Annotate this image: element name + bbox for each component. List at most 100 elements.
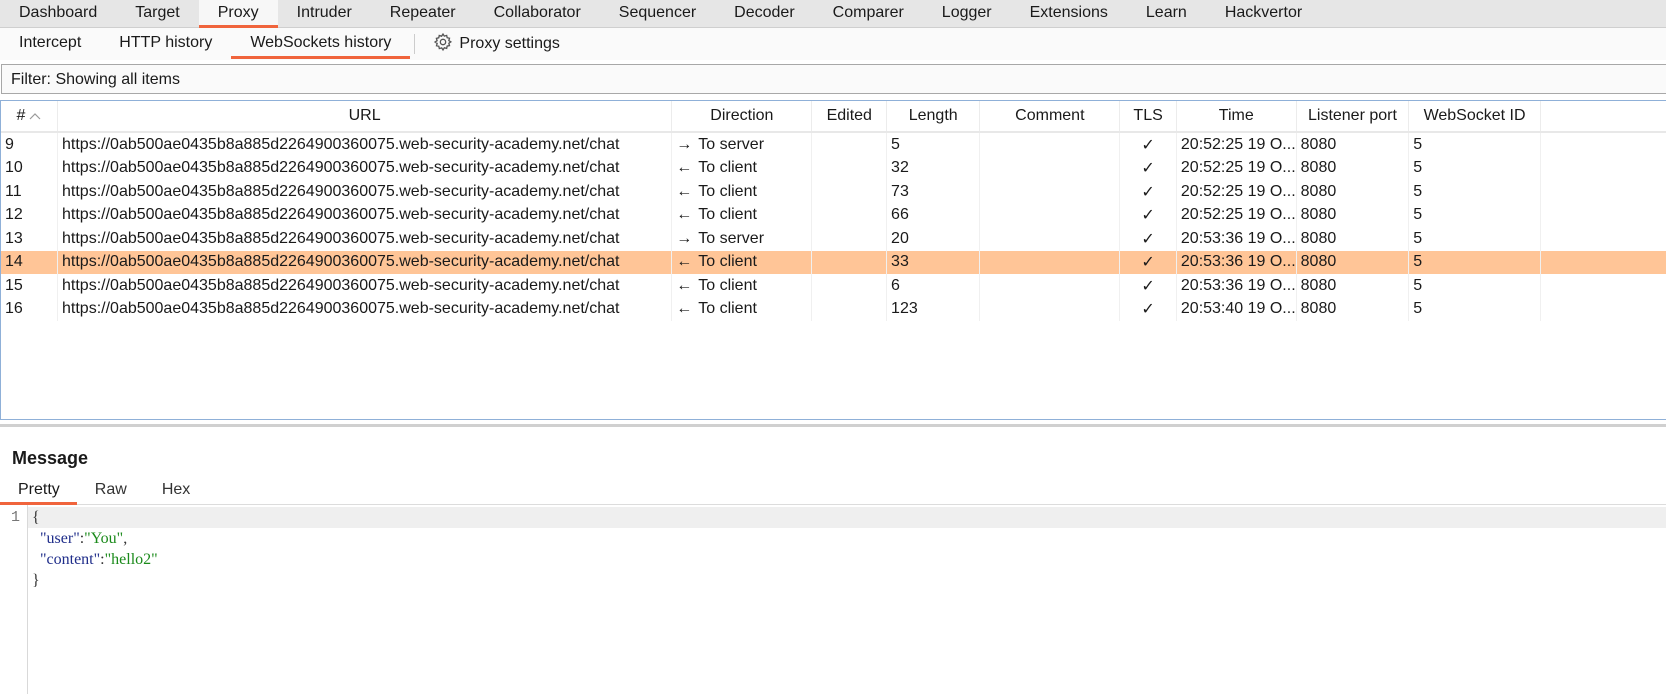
- cell-tls: ✓: [1119, 274, 1177, 298]
- proxy-settings-button[interactable]: Proxy settings: [425, 28, 567, 60]
- arrow-left-icon: ←: [676, 276, 693, 294]
- cell-comment: [979, 274, 1121, 298]
- json-value: "hello2": [104, 551, 158, 568]
- cell-ws-id: 5: [1408, 156, 1541, 180]
- table-row[interactable]: 15 https://0ab500ae0435b8a885d22649003600…: [1, 274, 1666, 298]
- direction-label: To client: [698, 300, 757, 318]
- message-tab-pretty[interactable]: Pretty: [0, 476, 77, 505]
- column-header-[interactable]: #: [1, 101, 59, 133]
- column-header-tls[interactable]: TLS: [1119, 101, 1177, 133]
- subtab-http-history[interactable]: HTTP history: [100, 28, 231, 60]
- cell-port: 8080: [1296, 156, 1410, 180]
- tab-extensions[interactable]: Extensions: [1011, 0, 1127, 27]
- cell-direction: → To server: [671, 227, 813, 251]
- column-header-websocket-id[interactable]: WebSocket ID: [1408, 101, 1541, 133]
- column-label: WebSocket ID: [1423, 107, 1526, 124]
- cell-num: 13: [1, 227, 59, 251]
- cell-ws-id: 5: [1408, 297, 1541, 321]
- direction-label: To client: [698, 206, 757, 224]
- cell-filler: [1540, 132, 1666, 157]
- cell-url: https://0ab500ae0435b8a885d2264900360075…: [57, 156, 673, 180]
- cell-url: https://0ab500ae0435b8a885d2264900360075…: [57, 203, 673, 227]
- column-label: Time: [1218, 107, 1254, 124]
- tab-logger[interactable]: Logger: [923, 0, 1011, 27]
- arrow-left-icon: ←: [676, 182, 693, 200]
- tab-dashboard[interactable]: Dashboard: [0, 0, 116, 27]
- tab-comparer[interactable]: Comparer: [814, 0, 923, 27]
- tab-repeater[interactable]: Repeater: [371, 0, 475, 27]
- message-tab-raw[interactable]: Raw: [77, 476, 144, 504]
- history-table: # URL Direction Edited Length Comment TLS Time L…: [1, 101, 1666, 321]
- message-tab-hex[interactable]: Hex: [144, 476, 207, 504]
- cell-filler: [1540, 180, 1666, 204]
- cell-tls: ✓: [1119, 180, 1177, 204]
- cell-length: 73: [886, 180, 981, 204]
- cell-direction: → To server: [671, 132, 813, 157]
- table-row[interactable]: 9 https://0ab500ae0435b8a885d226490036007…: [1, 132, 1666, 157]
- table-row[interactable]: 14 https://0ab500ae0435b8a885d22649003600…: [1, 250, 1666, 274]
- tab-learn[interactable]: Learn: [1127, 0, 1206, 27]
- cell-url: https://0ab500ae0435b8a885d2264900360075…: [57, 227, 673, 251]
- check-icon: ✓: [1141, 207, 1155, 225]
- cell-length: 6: [886, 274, 981, 298]
- subtab-websockets-history[interactable]: WebSockets history: [231, 28, 411, 60]
- cell-length: 33: [886, 250, 981, 274]
- cell-ws-id: 5: [1408, 274, 1541, 298]
- column-label: Edited: [826, 107, 872, 124]
- column-header-comment[interactable]: Comment: [979, 101, 1121, 133]
- pane-splitter[interactable]: [0, 424, 1666, 427]
- cell-num: 9: [1, 132, 59, 157]
- column-header-url[interactable]: URL: [57, 101, 673, 133]
- tab-intruder[interactable]: Intruder: [278, 0, 371, 27]
- table-row[interactable]: 10 https://0ab500ae0435b8a885d22649003600…: [1, 156, 1666, 180]
- cell-tls: ✓: [1119, 156, 1177, 180]
- column-header-direction[interactable]: Direction: [671, 101, 813, 133]
- column-label: URL: [348, 107, 381, 124]
- proxy-sub-nav: Intercept HTTP history WebSockets history P…: [0, 28, 1666, 60]
- cell-num: 16: [1, 297, 59, 321]
- cell-edited: [811, 203, 888, 227]
- cell-comment: [979, 297, 1121, 321]
- tab-proxy[interactable]: Proxy: [198, 0, 278, 28]
- tab-target[interactable]: Target: [116, 0, 198, 27]
- column-header-time[interactable]: Time: [1176, 101, 1297, 133]
- filter-bar[interactable]: Filter: Showing all items: [1, 64, 1666, 94]
- cell-length: 123: [886, 297, 981, 321]
- table-row[interactable]: 16 https://0ab500ae0435b8a885d22649003600…: [1, 297, 1666, 321]
- cell-url: https://0ab500ae0435b8a885d2264900360075…: [57, 250, 673, 274]
- column-header-edited[interactable]: Edited: [811, 101, 888, 133]
- subtab-intercept[interactable]: Intercept: [0, 28, 100, 60]
- cell-direction: ← To client: [671, 180, 813, 204]
- table-row[interactable]: 11 https://0ab500ae0435b8a885d22649003600…: [1, 180, 1666, 204]
- column-label: #: [16, 107, 26, 124]
- code-content[interactable]: { "user":"You", "content":"hello2" }: [28, 507, 1666, 591]
- check-icon: ✓: [1141, 136, 1155, 154]
- tab-hackvertor[interactable]: Hackvertor: [1206, 0, 1321, 27]
- column-header-filler: [1540, 101, 1666, 133]
- tab-collaborator[interactable]: Collaborator: [475, 0, 600, 27]
- cell-comment: [979, 203, 1121, 227]
- json-key: "content": [40, 551, 101, 568]
- arrow-right-icon: →: [676, 135, 693, 153]
- websockets-history-table: # URL Direction Edited Length Comment TLS Time L…: [0, 100, 1666, 420]
- table-row[interactable]: 13 https://0ab500ae0435b8a885d22649003600…: [1, 227, 1666, 251]
- cell-url: https://0ab500ae0435b8a885d2264900360075…: [57, 180, 673, 204]
- direction-label: To client: [698, 253, 757, 271]
- cell-time: 20:53:36 19 O...: [1176, 274, 1297, 298]
- message-editor[interactable]: 1 { "user":"You", "content":"hello2" }: [0, 505, 1666, 694]
- column-header-length[interactable]: Length: [886, 101, 981, 133]
- tab-sequencer[interactable]: Sequencer: [600, 0, 715, 27]
- direction-label: To server: [698, 135, 765, 153]
- column-header-listener-port[interactable]: Listener port: [1296, 101, 1410, 133]
- cell-edited: [811, 156, 888, 180]
- cell-edited: [811, 274, 888, 298]
- table-row[interactable]: 12 https://0ab500ae0435b8a885d22649003600…: [1, 203, 1666, 227]
- cell-comment: [979, 132, 1121, 157]
- cell-comment: [979, 156, 1121, 180]
- cell-time: 20:52:25 19 O...: [1176, 132, 1297, 157]
- cell-port: 8080: [1296, 180, 1410, 204]
- message-title: Message: [12, 448, 89, 468]
- cell-direction: ← To client: [671, 250, 813, 274]
- tab-decoder[interactable]: Decoder: [715, 0, 813, 27]
- cell-comment: [979, 180, 1121, 204]
